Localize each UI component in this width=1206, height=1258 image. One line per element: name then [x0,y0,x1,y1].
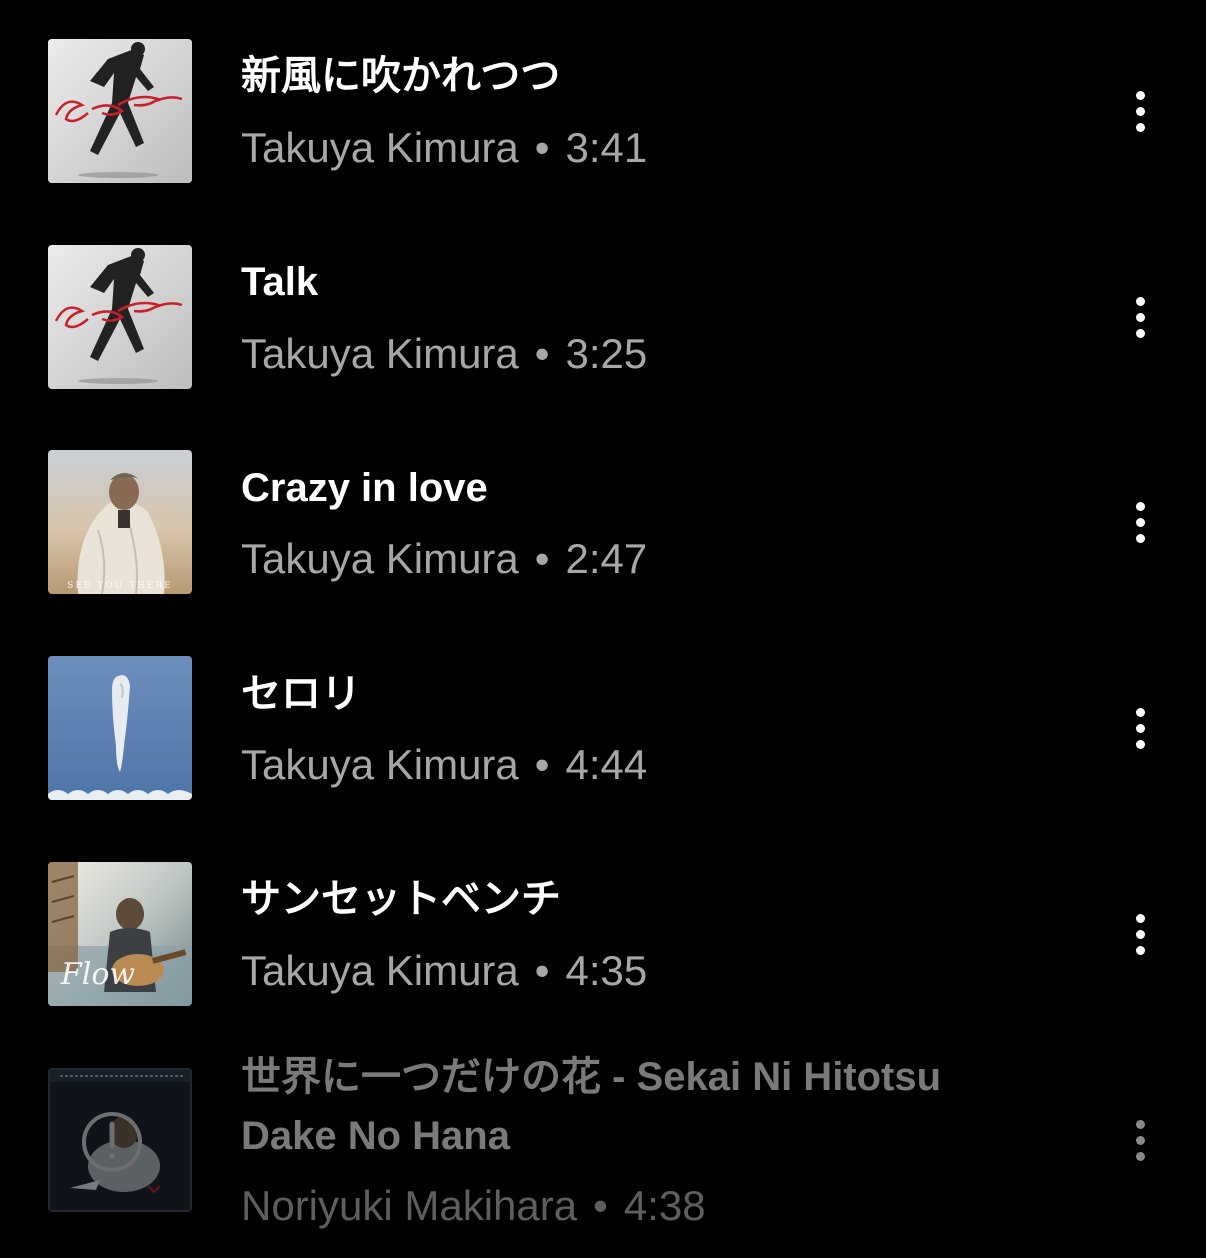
album-art: Flow [48,862,192,1006]
track-title: Talk [241,260,319,304]
track-meta: Takuya Kimura • 4:35 [241,942,647,1000]
separator-dot: • [534,741,550,788]
track-row[interactable]: SEE YOU THERE Crazy in love Takuya Kimur… [0,412,1206,618]
track-artist: Takuya Kimura [241,124,519,171]
separator-dot: • [534,330,550,377]
more-vertical-icon[interactable] [1116,287,1164,347]
svg-text:Flow: Flow [60,957,135,992]
more-vertical-icon[interactable] [1116,492,1164,552]
track-artist: Takuya Kimura [241,741,519,788]
checkpoint-album-art [48,39,192,183]
track-row[interactable]: セロリ Takuya Kimura • 4:44 [0,618,1206,824]
track-row[interactable]: Talk Takuya Kimura • 3:25 [0,206,1206,412]
separator-dot: • [534,535,550,582]
see-you-there-album-art: SEE YOU THERE [48,450,192,594]
more-vertical-icon[interactable] [1116,1110,1164,1170]
svg-text:SEE YOU THERE: SEE YOU THERE [67,581,173,591]
track-duration: 4:38 [623,1182,706,1229]
album-art: SEE YOU THERE [48,450,192,594]
flow-album-art: Flow [48,862,192,1006]
separator-dot: • [593,1182,608,1229]
track-duration: 3:25 [565,330,648,377]
track-meta: Takuya Kimura • 3:25 [241,325,647,383]
album-art [48,1068,192,1212]
album-art [48,245,192,389]
more-vertical-icon[interactable] [1116,81,1164,141]
track-title-line1: 世界に一つだけの花 - Sekai Ni Hitotsu [241,1055,942,1099]
track-row[interactable]: 新風に吹かれつつ Takuya Kimura • 3:41 [0,0,1206,206]
album-art [48,656,192,800]
track-artist: Takuya Kimura [241,947,519,994]
makihara-album-art [50,1070,190,1210]
more-vertical-icon[interactable] [1116,698,1164,758]
more-vertical-icon[interactable] [1116,904,1164,964]
track-row[interactable]: Flow サンセットベンチ Takuya Kimura • 4:35 [0,824,1206,1030]
track-meta: Noriyuki Makihara • 4:38 [241,1177,706,1235]
track-artist: Takuya Kimura [241,330,519,377]
track-duration: 4:44 [565,741,648,788]
track-meta: Takuya Kimura • 2:47 [241,530,647,588]
track-title: セロリ [241,672,361,716]
track-duration: 3:41 [565,124,648,171]
track-title-line2: Dake No Hana [241,1114,510,1158]
checkpoint-album-art [48,245,192,389]
track-title: サンセットベンチ [241,877,561,921]
track-artist: Noriyuki Makihara [241,1182,578,1229]
track-meta: Takuya Kimura • 4:44 [241,736,647,794]
album-art [48,39,192,183]
track-list: 新風に吹かれつつ Takuya Kimura • 3:41 Talk Takuy… [0,0,1206,1258]
track-row-unavailable[interactable]: 世界に一つだけの花 - Sekai Ni Hitotsu Dake No Han… [0,1030,1206,1258]
separator-dot: • [534,124,550,171]
track-meta: Takuya Kimura • 3:41 [241,119,647,177]
track-duration: 2:47 [565,535,648,582]
sky-album-art [48,656,192,800]
track-title: 新風に吹かれつつ [241,54,561,98]
track-title: Crazy in love [241,466,488,510]
separator-dot: • [534,947,550,994]
track-artist: Takuya Kimura [241,535,519,582]
track-duration: 4:35 [565,947,648,994]
